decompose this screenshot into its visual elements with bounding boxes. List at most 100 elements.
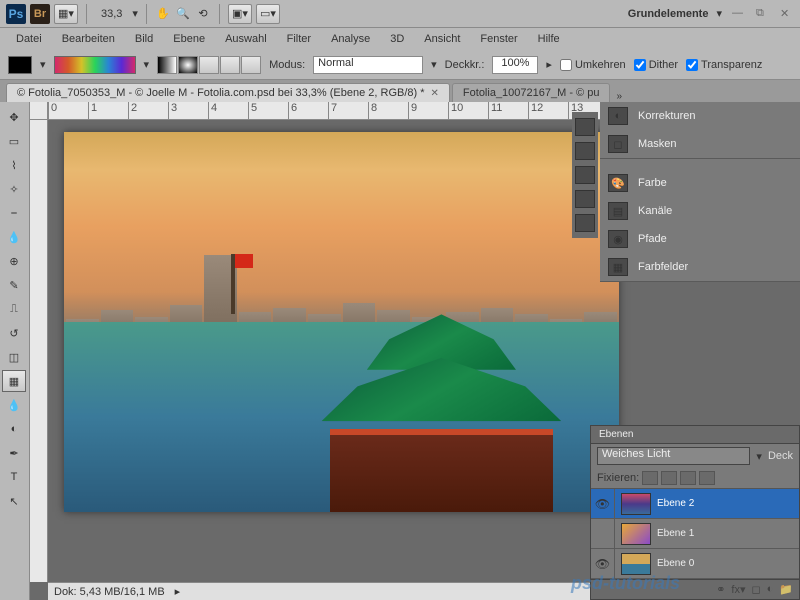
reverse-checkbox[interactable]: Umkehren xyxy=(560,59,626,71)
rotate-view-icon[interactable]: ⟲ xyxy=(195,6,211,22)
zoom-level[interactable]: 33,3 xyxy=(95,8,128,20)
canvas[interactable] xyxy=(64,132,619,512)
close-icon[interactable]: ✕ xyxy=(780,7,794,21)
right-panels: ◐Korrekturen ◻Masken 🎨Farbe ▤Kanäle ◉Pfa… xyxy=(600,102,800,282)
eraser-tool[interactable]: ◫ xyxy=(2,346,26,368)
ruler-corner xyxy=(30,102,48,120)
hand-icon[interactable]: ✋ xyxy=(155,6,171,22)
marquee-tool[interactable]: ▭ xyxy=(2,130,26,152)
menu-bearbeiten[interactable]: Bearbeiten xyxy=(52,30,125,48)
panel-korrekturen[interactable]: ◐Korrekturen xyxy=(600,102,800,130)
opacity-input[interactable]: 100% xyxy=(492,56,538,74)
lasso-tool[interactable]: ⌇ xyxy=(2,154,26,176)
menu-ansicht[interactable]: Ansicht xyxy=(414,30,470,48)
move-tool[interactable]: ✥ xyxy=(2,106,26,128)
menu-filter[interactable]: Filter xyxy=(277,30,321,48)
lock-pixels[interactable] xyxy=(661,471,677,485)
options-bar: ▾ ▾ Modus: Normal▾ Deckkr.: 100%▸ Umkehr… xyxy=(0,50,800,80)
group-icon[interactable]: 📁 xyxy=(779,583,793,596)
panel-icon-4[interactable] xyxy=(575,190,595,208)
gradient-diamond[interactable] xyxy=(241,56,261,74)
layout-dropdown[interactable]: ▦▾ xyxy=(54,4,78,24)
panel-icon-2[interactable] xyxy=(575,142,595,160)
minimize-icon[interactable]: — xyxy=(732,7,746,21)
link-layers-icon[interactable]: ⚭ xyxy=(716,583,725,596)
app-titlebar: Ps Br ▦▾ 33,3▾ ✋ 🔍 ⟲ ▣▾ ▭▾ Grundelemente… xyxy=(0,0,800,28)
mode-label: Modus: xyxy=(269,59,305,71)
menu-analyse[interactable]: Analyse xyxy=(321,30,380,48)
dodge-tool[interactable]: ◐ xyxy=(2,418,26,440)
pen-tool[interactable]: ✒ xyxy=(2,442,26,464)
menu-datei[interactable]: Datei xyxy=(6,30,52,48)
panel-masken[interactable]: ◻Masken xyxy=(600,130,800,158)
workspace-selector[interactable]: Grundelemente xyxy=(624,8,713,20)
stamp-tool[interactable]: ⎍ xyxy=(2,298,26,320)
history-brush-tool[interactable]: ↺ xyxy=(2,322,26,344)
tool-preset[interactable] xyxy=(8,56,32,74)
layer-thumbnail[interactable] xyxy=(621,553,651,575)
eyedropper-tool[interactable]: 💧 xyxy=(2,226,26,248)
gradient-reflected[interactable] xyxy=(220,56,240,74)
document-tab-inactive[interactable]: Fotolia_10072167_M - © pu xyxy=(452,83,611,102)
color-icon: 🎨 xyxy=(608,174,628,192)
channels-icon: ▤ xyxy=(608,202,628,220)
gradient-preview[interactable] xyxy=(54,56,136,74)
status-doc-size: Dok: 5,43 MB/16,1 MB xyxy=(54,586,165,598)
bridge-logo[interactable]: Br xyxy=(30,4,50,24)
transparency-checkbox[interactable]: Transparenz xyxy=(686,59,762,71)
adj-layer-icon[interactable]: ◐ xyxy=(767,583,774,596)
mask-icon[interactable]: ◻ xyxy=(752,583,761,596)
dither-checkbox[interactable]: Dither xyxy=(634,59,678,71)
panel-icon-3[interactable] xyxy=(575,166,595,184)
layer-row[interactable]: 👁 Ebene 2 xyxy=(591,489,799,519)
arrange-dropdown[interactable]: ▣▾ xyxy=(228,4,252,24)
layer-row[interactable]: Ebene 1 xyxy=(591,519,799,549)
gradient-radial[interactable] xyxy=(178,56,198,74)
lock-position[interactable] xyxy=(680,471,696,485)
gradient-tool[interactable]: ▦ xyxy=(2,370,26,392)
menu-fenster[interactable]: Fenster xyxy=(470,30,527,48)
close-tab-icon[interactable]: ✕ xyxy=(431,88,439,99)
panel-kanaele[interactable]: ▤Kanäle xyxy=(600,197,800,225)
panel-pfade[interactable]: ◉Pfade xyxy=(600,225,800,253)
brush-tool[interactable]: ✎ xyxy=(2,274,26,296)
ruler-vertical[interactable] xyxy=(30,120,48,582)
panel-farbfelder[interactable]: ▦Farbfelder xyxy=(600,253,800,281)
tabs-overflow-icon[interactable]: » xyxy=(616,91,622,102)
path-select-tool[interactable]: ↖ xyxy=(2,490,26,512)
lock-transparent[interactable] xyxy=(642,471,658,485)
menu-3d[interactable]: 3D xyxy=(380,30,414,48)
panel-farbe[interactable]: 🎨Farbe xyxy=(600,169,800,197)
document-tabs: © Fotolia_7050353_M - © Joelle M - Fotol… xyxy=(0,80,800,102)
maximize-icon[interactable]: ⧉ xyxy=(756,7,770,21)
mode-select[interactable]: Normal xyxy=(313,56,423,74)
layer-thumbnail[interactable] xyxy=(621,493,651,515)
zoom-icon[interactable]: 🔍 xyxy=(175,6,191,22)
crop-tool[interactable]: ⎯ xyxy=(2,202,26,224)
gradient-angle[interactable] xyxy=(199,56,219,74)
fx-icon[interactable]: fx▾ xyxy=(731,583,745,596)
visibility-icon[interactable] xyxy=(591,519,615,548)
gradient-linear[interactable] xyxy=(157,56,177,74)
menu-auswahl[interactable]: Auswahl xyxy=(215,30,277,48)
menu-ebene[interactable]: Ebene xyxy=(163,30,215,48)
type-tool[interactable]: T xyxy=(2,466,26,488)
wand-tool[interactable]: ✧ xyxy=(2,178,26,200)
panel-icon-5[interactable] xyxy=(575,214,595,232)
opacity-label: Deckkr.: xyxy=(445,59,485,71)
panel-icon-1[interactable] xyxy=(575,118,595,136)
screenmode-dropdown[interactable]: ▭▾ xyxy=(256,4,280,24)
document-image xyxy=(64,132,619,512)
lock-all[interactable] xyxy=(699,471,715,485)
menu-bild[interactable]: Bild xyxy=(125,30,163,48)
adjustments-icon: ◐ xyxy=(608,107,628,125)
layers-tab[interactable]: Ebenen xyxy=(591,426,799,444)
blur-tool[interactable]: 💧 xyxy=(2,394,26,416)
visibility-icon[interactable]: 👁 xyxy=(591,489,615,518)
swatches-icon: ▦ xyxy=(608,258,628,276)
blend-mode-select[interactable]: Weiches Licht xyxy=(597,447,750,465)
document-tab-active[interactable]: © Fotolia_7050353_M - © Joelle M - Fotol… xyxy=(6,83,450,102)
healing-tool[interactable]: ⊕ xyxy=(2,250,26,272)
menu-hilfe[interactable]: Hilfe xyxy=(528,30,570,48)
layer-thumbnail[interactable] xyxy=(621,523,651,545)
